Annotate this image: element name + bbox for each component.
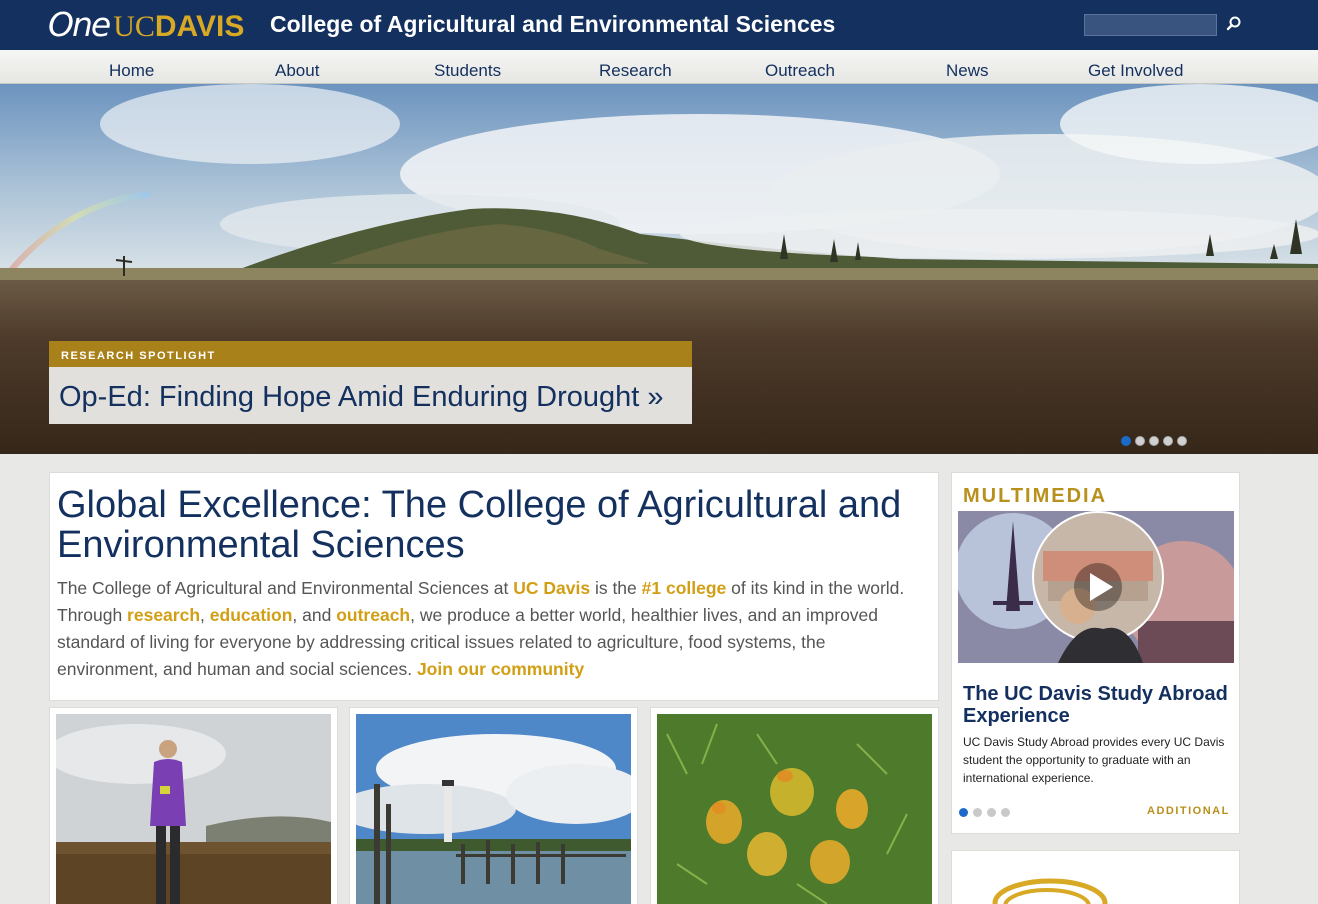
hero-dot-4[interactable] — [1163, 436, 1173, 446]
hero-dot-5[interactable] — [1177, 436, 1187, 446]
search-button[interactable] — [1224, 14, 1244, 34]
nav-get-involved[interactable]: Get Involved — [1088, 61, 1183, 81]
spotlight-title-link[interactable]: Op-Ed: Finding Hope Amid Enduring Drough… — [59, 381, 664, 414]
multimedia-dot-3[interactable] — [987, 808, 996, 817]
spotlight-caption[interactable]: Op-Ed: Finding Hope Amid Enduring Drough… — [49, 367, 692, 424]
intro-panel: Global Excellence: The College of Agricu… — [49, 472, 939, 701]
feature-card-1[interactable] — [49, 707, 338, 904]
nav-research[interactable]: Research — [599, 61, 672, 81]
link-research[interactable]: research — [127, 605, 200, 625]
site-header: One UC DAVIS College of Agricultural and… — [0, 0, 1318, 50]
multimedia-heading: MULTIMEDIA — [963, 485, 1108, 507]
intro-text: , and — [292, 605, 337, 625]
hero-dot-2[interactable] — [1135, 436, 1145, 446]
logo-davis: DAVIS — [154, 10, 245, 43]
multimedia-more-link[interactable]: ADDITIONAL — [1147, 805, 1230, 817]
hero-dot-3[interactable] — [1149, 436, 1159, 446]
search-input[interactable] — [1084, 14, 1217, 36]
secondary-sidebar-panel — [951, 850, 1240, 904]
feature-card-2[interactable] — [349, 707, 638, 904]
site-title[interactable]: College of Agricultural and Environmenta… — [270, 11, 835, 38]
link-join-community[interactable]: Join our community — [417, 659, 584, 679]
link-education[interactable]: education — [210, 605, 293, 625]
intro-heading: Global Excellence: The College of Agricu… — [57, 484, 902, 566]
card-photo-field-researcher[interactable] — [56, 714, 331, 904]
hero-dot-1[interactable] — [1121, 436, 1131, 446]
multimedia-panel: MULTIMEDIA The UC Davis Study Abroad Exp… — [951, 472, 1240, 834]
multimedia-dot-2[interactable] — [973, 808, 982, 817]
multimedia-dot-4[interactable] — [1001, 808, 1010, 817]
link-first-college[interactable]: #1 college — [642, 578, 727, 598]
logo-uc: UC — [113, 10, 155, 43]
link-uc-davis[interactable]: UC Davis — [513, 578, 590, 598]
intro-paragraph: The College of Agricultural and Environm… — [57, 575, 927, 683]
feature-card-3[interactable] — [650, 707, 939, 904]
card-photo-citrus-fruit[interactable] — [657, 714, 932, 904]
spotlight-category: RESEARCH SPOTLIGHT — [49, 341, 692, 367]
hero-slide-indicator — [1121, 436, 1187, 446]
multimedia-video-thumbnail[interactable] — [958, 511, 1234, 663]
multimedia-slide-indicator — [959, 808, 1010, 817]
one-uc-davis-logo[interactable]: One UC DAVIS — [48, 5, 245, 44]
nav-about[interactable]: About — [275, 61, 319, 81]
multimedia-title-link[interactable]: The UC Davis Study Abroad Experience — [963, 683, 1233, 727]
intro-text: The College of Agricultural and Environm… — [57, 578, 514, 598]
multimedia-dot-1[interactable] — [959, 808, 968, 817]
logo-one: One — [48, 5, 111, 44]
intro-text: is the — [590, 578, 642, 598]
search-icon — [1226, 16, 1241, 31]
gold-swirl-graphic — [992, 878, 1108, 904]
card-photo-lighthouse-pier[interactable] — [356, 714, 631, 904]
multimedia-description: UC Davis Study Abroad provides every UC … — [963, 735, 1225, 785]
nav-outreach[interactable]: Outreach — [765, 61, 835, 81]
nav-news[interactable]: News — [946, 61, 989, 81]
nav-home[interactable]: Home — [109, 61, 154, 81]
nav-students[interactable]: Students — [434, 61, 501, 81]
main-nav: Home About Students Research Outreach Ne… — [0, 50, 1318, 84]
link-outreach[interactable]: outreach — [336, 605, 410, 625]
intro-text: , — [200, 605, 210, 625]
